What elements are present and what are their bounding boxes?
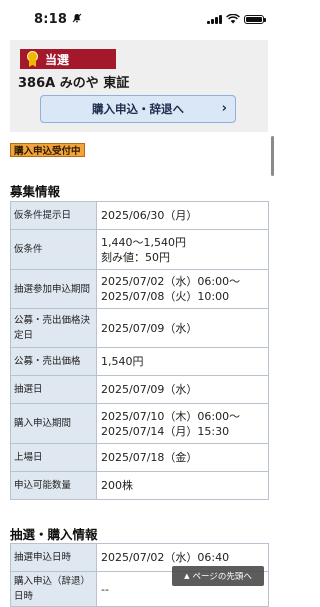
table-row: 仮条件提示日 2025/06/30（月） [10,201,269,230]
scrollbar-thumb[interactable] [271,136,274,176]
application-status-tag: 購入申込受付中 [10,143,85,157]
table-row: 仮条件 1,440〜1,540円 刻み値：50円 [10,229,269,270]
lottery-section-title: 抽選・購入情報 [10,527,98,542]
row-label: 抽選日 [10,375,97,404]
table-row: 上場日 2025/07/18（金） [10,443,269,472]
status-indicators [207,14,266,24]
row-value-line: 1,440〜1,540円 [101,235,186,249]
result-badge-label: 当選 [45,52,70,67]
stock-header-panel: 当選 386A みのや 東証 購入申込・辞退へ › [10,40,268,132]
table-row: 公募・売出価格決定日 2025/07/09（水） [10,308,269,348]
row-label: 上場日 [10,443,97,472]
triangle-up-icon: ▲ [184,572,190,580]
row-value: 1,540円 [96,347,269,376]
row-label: 抽選参加申込期間 [10,269,97,309]
row-value-line: 2025/07/10（木）06:00〜 [101,409,241,423]
back-to-top-button[interactable]: ▲ ページの先頭へ [172,566,264,586]
apply-button-label: 購入申込・辞退へ [92,102,184,116]
lottery-result-badge: 当選 [20,49,116,69]
row-value: 2025/06/30（月） [96,201,269,230]
row-value: 2025/07/09（水） [96,308,269,348]
row-label: 申込可能数量 [10,471,97,500]
row-label: 公募・売出価格 [10,347,97,376]
row-value-line: 2025/07/02（水）06:00〜 [101,275,241,288]
medal-icon [26,51,40,67]
status-bar: 8:18 [0,0,278,40]
table-row: 抽選日 2025/07/09（水） [10,375,269,404]
row-label: 抽選申込日時 [10,543,97,572]
battery-icon [244,14,266,24]
table-row: 抽選参加申込期間 2025/07/02（水）06:00〜 2025/07/08（… [10,269,269,309]
recruit-info-table: 仮条件提示日 2025/06/30（月） 仮条件 1,440〜1,540円 刻み… [10,201,269,500]
recruit-section-title: 募集情報 [10,184,61,199]
wifi-icon [226,14,240,24]
row-label: 購入申込（辞退）日時 [10,571,97,607]
row-value: 2025/07/18（金） [96,443,269,472]
bell-slash-icon [72,13,82,26]
back-to-top-label: ページの先頭へ [192,572,252,582]
cellular-signal-icon [207,14,222,24]
chevron-right-icon: › [221,101,227,116]
row-value: 1,440〜1,540円 刻み値：50円 [96,229,269,270]
row-value-line: 2025/07/14（月）15:30 [101,424,230,438]
stock-name: 386A みのや 東証 [18,76,130,91]
status-time: 8:18 [34,12,68,27]
row-value: 2025/07/02（水）06:00〜 2025/07/08（火）10:00 [96,269,269,309]
row-value-line: 刻み値：50円 [101,250,170,264]
apply-decline-button[interactable]: 購入申込・辞退へ › [40,95,236,123]
row-label: 仮条件 [10,229,97,270]
row-value: 200株 [96,471,269,500]
row-value-line: 2025/07/08（火）10:00 [101,290,230,303]
row-value: 2025/07/09（水） [96,375,269,404]
table-row: 公募・売出価格 1,540円 [10,347,269,376]
table-row: 申込可能数量 200株 [10,471,269,500]
table-row: 購入申込期間 2025/07/10（木）06:00〜 2025/07/14（月）… [10,403,269,444]
row-value: 2025/07/10（木）06:00〜 2025/07/14（月）15:30 [96,403,269,444]
row-label: 仮条件提示日 [10,201,97,230]
row-label: 購入申込期間 [10,403,97,444]
row-label: 公募・売出価格決定日 [10,308,97,348]
